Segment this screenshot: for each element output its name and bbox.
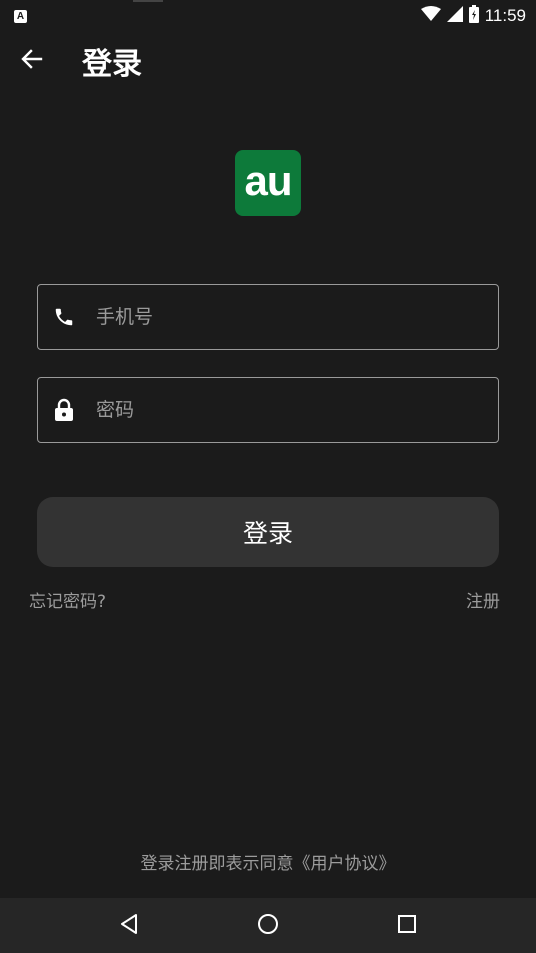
- battery-icon: [468, 5, 479, 27]
- password-input[interactable]: [96, 399, 456, 421]
- cell-signal-icon: [446, 6, 463, 26]
- square-recents-icon: [397, 914, 417, 938]
- nav-recents-button[interactable]: [387, 906, 427, 946]
- nav-home-button[interactable]: [248, 906, 288, 946]
- app-logo: au: [235, 150, 301, 216]
- password-field[interactable]: [37, 377, 499, 443]
- phone-icon: [52, 305, 76, 329]
- phone-field[interactable]: [37, 284, 499, 350]
- circle-home-icon: [257, 913, 279, 939]
- back-button[interactable]: [2, 33, 62, 89]
- arrow-left-icon: [21, 48, 43, 74]
- agreement-prefix: 登录注册即表示同意: [140, 854, 294, 874]
- lock-icon: [52, 398, 76, 422]
- wifi-icon: [420, 6, 441, 26]
- notification-app-icon: A: [14, 9, 27, 23]
- status-left: A: [14, 9, 27, 23]
- app-bar: 登录: [0, 32, 536, 90]
- status-bar: A 11:59: [0, 0, 536, 32]
- status-right: 11:59: [420, 5, 526, 27]
- navigation-bar: [0, 898, 536, 953]
- user-agreement-link[interactable]: 《用户协议》: [294, 854, 396, 874]
- agreement-notice: 登录注册即表示同意《用户协议》: [0, 849, 536, 874]
- phone-input[interactable]: [96, 306, 456, 328]
- nav-back-button[interactable]: [109, 906, 149, 946]
- triangle-back-icon: [119, 913, 139, 939]
- status-time: 11:59: [484, 6, 526, 25]
- forgot-password-link[interactable]: 忘记密码?: [29, 587, 106, 612]
- login-button[interactable]: 登录: [37, 497, 499, 567]
- register-link[interactable]: 注册: [466, 587, 500, 612]
- page-title: 登录: [82, 47, 142, 82]
